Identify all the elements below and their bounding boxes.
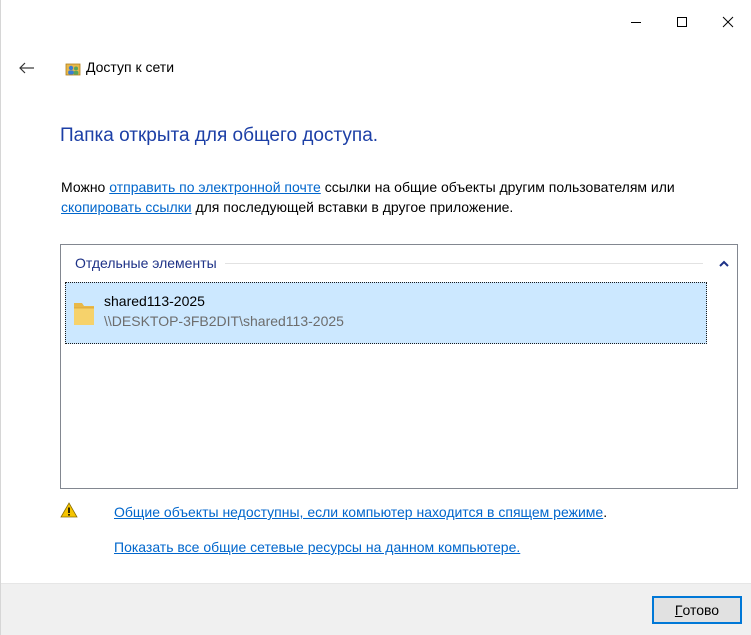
done-label: отово (682, 602, 720, 618)
arrow-left-icon (19, 62, 34, 74)
bottom-bar: Готово (1, 583, 751, 635)
maximize-button[interactable] (659, 0, 705, 44)
group-divider (224, 262, 703, 264)
network-access-window: Доступ к сети Папка открыта для общего д… (0, 0, 751, 635)
minimize-button[interactable] (613, 0, 659, 44)
window-title: Доступ к сети (86, 59, 175, 75)
description-part1: Можно (61, 179, 110, 195)
done-accelerator: Г (674, 602, 683, 618)
show-all-note: Показать все общие сетевые ресурсы на да… (114, 539, 520, 555)
list-item[interactable]: shared113-2025 \\DESKTOP-3FB2DIT\shared1… (65, 282, 707, 344)
page-title: Папка открыта для общего доступа. (60, 125, 379, 146)
network-sharing-icon (65, 63, 81, 76)
warning-icon (60, 502, 78, 518)
item-path: \\DESKTOP-3FB2DIT\shared113-2025 (104, 313, 344, 329)
sleep-mode-link[interactable]: Общие объекты недоступны, если компьютер… (114, 504, 603, 520)
email-link[interactable]: отправить по электронной почте (109, 179, 321, 195)
description-part2: ссылки на общие объекты другим пользоват… (320, 179, 675, 195)
folder-icon (74, 303, 94, 325)
description-text: Можно отправить по электронной почте ссы… (61, 177, 741, 217)
sleep-note-period: . (603, 504, 608, 520)
copy-links-link[interactable]: скопировать ссылки (61, 199, 192, 215)
item-name: shared113-2025 (104, 293, 205, 309)
back-button[interactable] (15, 58, 39, 78)
description-part3: для последующей вставки в другое приложе… (191, 199, 514, 215)
show-all-shares-link[interactable]: Показать все общие сетевые ресурсы на да… (114, 539, 520, 555)
caption-buttons (613, 0, 751, 44)
done-button[interactable]: Готово (652, 596, 742, 624)
close-button[interactable] (705, 0, 751, 44)
group-header[interactable]: Отдельные элементы (75, 255, 729, 271)
maximize-icon (677, 17, 687, 27)
shared-items-list[interactable]: Отдельные элементы shared113-2025 \\DESK… (60, 244, 738, 489)
sleep-note: Общие объекты недоступны, если компьютер… (114, 504, 607, 520)
chevron-up-icon[interactable] (709, 255, 729, 271)
close-icon (722, 16, 734, 28)
group-label: Отдельные элементы (75, 255, 217, 271)
minimize-icon (631, 22, 641, 23)
